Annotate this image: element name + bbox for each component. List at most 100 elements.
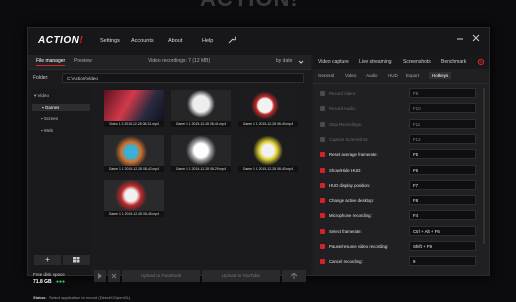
hotkey-field[interactable]: F11 <box>409 118 476 129</box>
top-bar: ACTION! Settings Accounts About Help <box>28 28 489 55</box>
hotkey-checkbox[interactable] <box>320 228 325 234</box>
hotkey-field[interactable]: Ctrl + Alt + F6 <box>409 225 476 236</box>
wrench-icon[interactable] <box>228 36 236 44</box>
tree-label: Games <box>44 105 60 110</box>
tree-item-screen[interactable]: ▪ Screen <box>41 116 58 121</box>
hotkey-row: Record Video: F9 <box>317 87 479 100</box>
folder-label: Folder: <box>33 75 49 81</box>
chevron-down-icon[interactable] <box>298 59 304 65</box>
menu-about[interactable]: About <box>168 38 182 44</box>
play-button[interactable] <box>94 270 106 282</box>
subtab-hotkeys[interactable]: Hotkeys <box>429 72 452 79</box>
subtab-export[interactable]: Export <box>406 73 419 78</box>
video-thumbnail[interactable]: Game 1 1 2015-12-28 08-29.mp4 <box>171 135 231 172</box>
thumbnail-caption: Video 1 2 2015-12-28 08-31.mp4 <box>104 121 164 127</box>
thumbnail-grid: Video 1 2 2015-12-28 08-31.mp4 Game 1 1 … <box>94 90 308 240</box>
hotkey-checkbox[interactable] <box>320 213 325 219</box>
hotkey-checkbox[interactable] <box>320 244 325 249</box>
gear-icon[interactable] <box>477 58 485 66</box>
hotkey-field[interactable]: Shift + F9 <box>409 241 476 251</box>
thumbnail-caption: Game 1 1 2015-12-28 08-40.mp4 <box>238 121 298 127</box>
tab-video-capture[interactable]: Video capture <box>318 59 349 65</box>
recordings-count: Video recordings: 7 (12 MB) <box>148 58 211 64</box>
tree-item-games[interactable]: ▪ Games <box>32 104 90 111</box>
hotkey-checkbox[interactable] <box>320 106 325 112</box>
add-folder-button[interactable]: + <box>34 255 61 265</box>
hotkey-field[interactable]: F8 <box>409 195 476 206</box>
hotkey-field[interactable]: 9 <box>409 256 476 267</box>
hotkey-scrollbar[interactable] <box>483 88 485 244</box>
hotkey-field[interactable]: F7 <box>409 179 476 190</box>
subtab-audio[interactable]: Audio <box>366 73 378 78</box>
video-thumbnail[interactable]: Game 1 1 2015-12-28 08-42.mp4 <box>104 135 164 172</box>
free-disk-label: Free disk space <box>33 272 65 277</box>
settings-panel: Video capture Live streaming Screenshots… <box>313 55 489 275</box>
hotkey-checkbox[interactable] <box>320 198 325 204</box>
hotkey-checkbox[interactable] <box>320 167 325 173</box>
tab-benchmark[interactable]: Benchmark <box>441 59 466 65</box>
hotkey-checkbox[interactable] <box>320 121 325 127</box>
close-icon[interactable] <box>472 34 480 42</box>
hotkey-field[interactable]: F4 <box>409 210 476 221</box>
hotkey-field[interactable]: F12 <box>409 133 476 144</box>
settings-subtabs: General Video Audio HUD Export Hotkeys <box>313 71 489 84</box>
hotkey-label: Record Video: <box>329 91 357 96</box>
arrow-up-icon <box>290 272 298 279</box>
tree-item-web[interactable]: ▪ Web <box>41 128 53 133</box>
hotkey-row: HUD display position: F7 <box>317 179 479 192</box>
hotkey-checkbox[interactable] <box>320 91 325 96</box>
thumbnail-caption: Game 1 1 2015-12-28 08-42.mp4 <box>104 166 164 172</box>
hotkey-field[interactable]: F10 <box>409 103 476 114</box>
upload-youtube-button[interactable]: Upload to YouTube <box>202 270 280 282</box>
hotkey-label: Select framerate: <box>329 228 362 234</box>
subtab-hud[interactable]: HUD <box>388 73 398 78</box>
hotkey-label: Record Audio: <box>329 106 356 112</box>
folder-tree: ▾ Video ▪ Games ▪ Screen ▪ Web + <box>31 89 91 275</box>
tab-file-manager[interactable]: File manager <box>36 58 66 66</box>
play-icon <box>98 273 102 279</box>
tab-screenshots[interactable]: Screenshots <box>403 59 431 65</box>
subtab-general[interactable]: General <box>318 73 334 78</box>
menu-help[interactable]: Help <box>202 38 213 44</box>
folder-row: Folder: C:\Action\Video <box>28 71 311 85</box>
hotkey-checkbox[interactable] <box>320 152 325 158</box>
hotkey-field[interactable]: F5 <box>409 149 476 160</box>
folder-path-field[interactable]: C:\Action\Video <box>62 73 304 83</box>
hotkey-field[interactable]: F9 <box>409 88 476 98</box>
hotkey-row: Select framerate: Ctrl + Alt + F6 <box>317 225 479 238</box>
hotkey-row: Capture Screenshot: F12 <box>317 133 479 146</box>
hotkey-row: Change active desktop: F8 <box>317 194 479 207</box>
minimize-icon[interactable] <box>456 34 464 42</box>
video-thumbnail[interactable]: Game 1 1 2015-12-28 08-41.mp4 <box>171 90 231 127</box>
hotkey-checkbox[interactable] <box>320 136 325 142</box>
background-logo: ACTION! <box>200 0 299 12</box>
tree-item-video[interactable]: ▾ Video <box>34 93 49 99</box>
menu-accounts[interactable]: Accounts <box>131 38 154 44</box>
upload-button[interactable] <box>282 270 306 282</box>
video-thumbnail[interactable]: Game 1 1 2015-12-28 08-40.mp4 <box>238 135 298 172</box>
right-tabs: Video capture Live streaming Screenshots… <box>313 55 489 69</box>
hotkey-checkbox[interactable] <box>320 259 325 265</box>
hotkey-label: Change active desktop: <box>329 198 374 204</box>
windows-icon <box>73 257 80 263</box>
sort-select[interactable]: by date <box>276 58 292 64</box>
tab-live-streaming[interactable]: Live streaming <box>359 59 392 65</box>
video-thumbnail[interactable]: Game 1 1 2015-12-28 08-45.mp4 <box>104 180 164 217</box>
logo-exclaim: ! <box>79 35 84 46</box>
hotkey-label: Capture Screenshot: <box>329 136 369 142</box>
tab-preview[interactable]: Preview <box>74 58 92 64</box>
hotkey-label: Stop Recordings: <box>329 121 362 127</box>
menu-settings[interactable]: Settings <box>100 38 120 44</box>
upload-facebook-button[interactable]: Upload to Facebook <box>122 270 200 282</box>
video-thumbnail[interactable]: Video 1 2 2015-12-28 08-31.mp4 <box>104 90 164 127</box>
windows-button[interactable] <box>63 255 90 265</box>
video-thumbnail[interactable]: Game 1 1 2015-12-28 08-40.mp4 <box>238 90 298 127</box>
hotkey-checkbox[interactable] <box>320 182 325 188</box>
hotkey-row: Reset average framerate: F5 <box>317 148 479 161</box>
subtab-video[interactable]: Video <box>345 73 356 78</box>
file-manager-panel: File manager Preview Video recordings: 7… <box>28 55 311 300</box>
delete-button[interactable] <box>108 270 120 282</box>
hotkey-field[interactable]: F6 <box>409 164 476 175</box>
logo-text: ACTION <box>38 35 80 46</box>
upload-youtube-label: Upload to YouTube <box>221 273 261 278</box>
